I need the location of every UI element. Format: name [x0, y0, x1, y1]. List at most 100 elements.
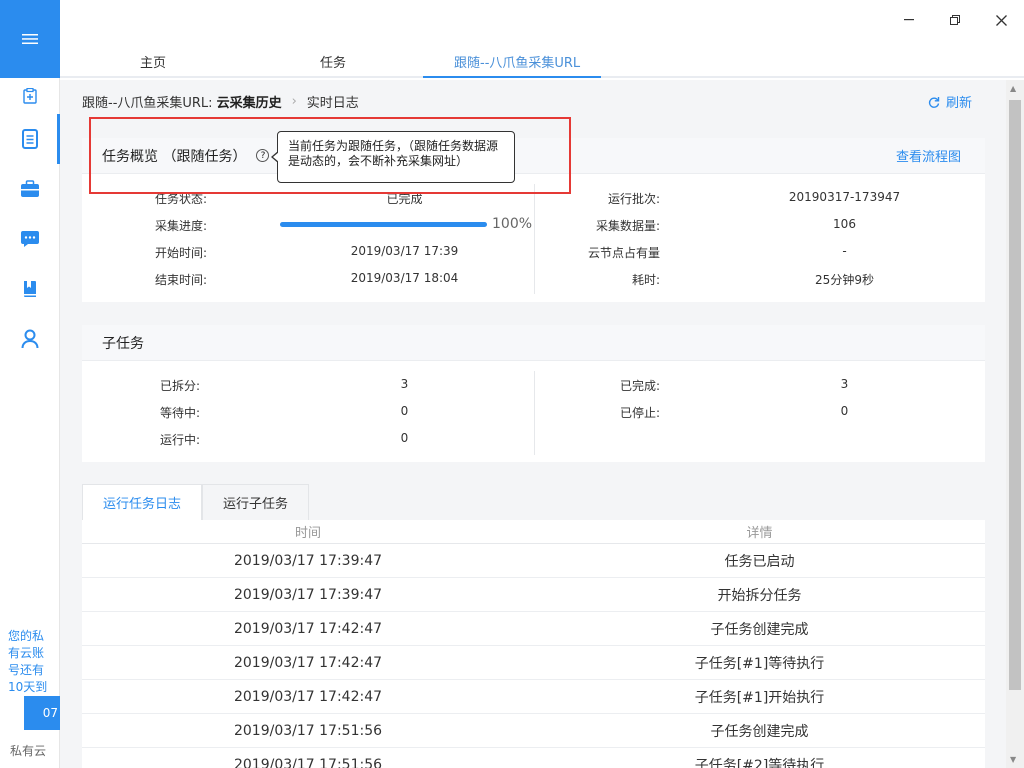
- tab-home[interactable]: 主页: [140, 52, 166, 71]
- private-cloud-notice: 您的私有云账号还有10天到: [8, 629, 48, 694]
- minimize-button[interactable]: [886, 8, 932, 32]
- batch-value: 20190317-173947: [788, 190, 901, 204]
- stopped-label: 已停止:: [619, 406, 660, 420]
- waiting-label: 等待中:: [159, 406, 200, 420]
- cloud-nodes-label: 云节点占有量: [587, 246, 660, 260]
- tab-tasks[interactable]: 任务: [320, 52, 346, 71]
- refresh-button[interactable]: 刷新: [928, 92, 972, 111]
- split-value: 3: [400, 377, 409, 391]
- sidebar-item-templates[interactable]: [0, 164, 60, 214]
- window-controls: [886, 8, 1024, 32]
- sidebar-item-tutorials[interactable]: [0, 264, 60, 314]
- active-tab-indicator: [423, 76, 601, 78]
- split-label: 已拆分:: [159, 379, 200, 393]
- table-row: 2019/03/17 17:51:56 子任务[#2]等待执行: [82, 748, 985, 768]
- tab-task-log[interactable]: 运行任务日志: [82, 484, 203, 520]
- completed-value: 3: [840, 377, 849, 391]
- sidebar-item-tasks[interactable]: [0, 114, 60, 164]
- table-row: 2019/03/17 17:42:47 子任务[#1]等待执行: [82, 646, 985, 680]
- running-value: 0: [400, 431, 409, 445]
- completed-label: 已完成:: [619, 379, 660, 393]
- top-tab-bar: 主页 任务 跟随--八爪鱼采集URL: [60, 40, 1024, 78]
- log-detail: 子任务创建完成: [710, 723, 809, 740]
- start-time-value: 2019/03/17 17:39: [350, 244, 459, 258]
- log-time: 2019/03/17 17:51:56: [233, 722, 383, 739]
- log-tab-bar: 运行任务日志 运行子任务: [82, 484, 310, 520]
- view-flowchart-link[interactable]: 查看流程图: [896, 146, 961, 165]
- log-time: 2019/03/17 17:39:47: [233, 586, 383, 603]
- vertical-scrollbar[interactable]: ▲ ▼: [1006, 80, 1024, 768]
- restore-icon: [950, 15, 960, 25]
- column-header-time: 时间: [294, 526, 321, 541]
- divider: [534, 371, 535, 455]
- table-row: 2019/03/17 17:39:47 开始拆分任务: [82, 578, 985, 612]
- progress-value: 100%: [492, 216, 533, 232]
- duration-label: 耗时:: [631, 273, 660, 287]
- briefcase-icon: [21, 180, 39, 197]
- log-detail: 子任务[#2]等待执行: [694, 757, 825, 768]
- scroll-down-icon[interactable]: ▼: [1010, 755, 1016, 764]
- data-count-label: 采集数据量:: [595, 219, 660, 233]
- log-time: 2019/03/17 17:42:47: [233, 620, 383, 637]
- highlight-box: [89, 117, 571, 194]
- document-list-icon: [22, 129, 38, 149]
- log-detail: 子任务创建完成: [710, 621, 809, 638]
- subtasks-title: 子任务: [102, 335, 144, 352]
- start-time-label: 开始时间:: [154, 246, 207, 260]
- sidebar-item-new-task[interactable]: [0, 78, 60, 114]
- log-table-header: 时间 详情: [82, 520, 985, 544]
- log-table: 时间 详情 2019/03/17 17:39:47 任务已启动 2019/03/17…: [82, 520, 985, 768]
- clipboard-plus-icon: [23, 88, 37, 104]
- tab-current-task[interactable]: 跟随--八爪鱼采集URL: [454, 52, 580, 71]
- progress-label: 采集进度:: [154, 219, 207, 233]
- duration-value: 25分钟9秒: [815, 273, 874, 287]
- close-button[interactable]: [978, 8, 1024, 32]
- progress-fill: [280, 222, 487, 227]
- log-detail: 子任务[#1]开始执行: [694, 689, 825, 706]
- book-icon: [24, 281, 36, 297]
- menu-button[interactable]: [0, 0, 60, 78]
- minimize-icon: [904, 19, 914, 21]
- log-detail: 任务已启动: [724, 553, 795, 570]
- log-rows: 2019/03/17 17:39:47 任务已启动 2019/03/17 17:39…: [82, 544, 985, 768]
- progress-bar: [280, 222, 487, 227]
- end-time-label: 结束时间:: [154, 273, 207, 287]
- breadcrumb-realtime-log[interactable]: 实时日志: [307, 92, 359, 111]
- user-icon: [21, 329, 39, 349]
- log-time: 2019/03/17 17:51:56: [233, 756, 383, 768]
- stopped-value: 0: [840, 404, 849, 418]
- chevron-right-icon: ›: [291, 94, 297, 109]
- end-time-value: 2019/03/17 18:04: [350, 271, 459, 285]
- log-detail: 子任务[#1]等待执行: [694, 655, 825, 672]
- maximize-button[interactable]: [932, 8, 978, 32]
- subtasks-card: 子任务 已拆分: 3 等待中: 0 运行中: 0 已完成: 3 已停止: 0: [82, 325, 985, 462]
- table-row: 2019/03/17 17:42:47 子任务[#1]开始执行: [82, 680, 985, 714]
- private-cloud-label: 私有云: [10, 744, 47, 758]
- breadcrumb-current: 云采集历史: [216, 96, 282, 111]
- refresh-label: 刷新: [945, 96, 972, 111]
- scrollbar-thumb[interactable]: [1009, 100, 1021, 690]
- private-cloud-button[interactable]: 07: [24, 696, 60, 730]
- subtasks-header: 子任务: [82, 325, 985, 361]
- table-row: 2019/03/17 17:51:56 子任务创建完成: [82, 714, 985, 748]
- log-detail: 开始拆分任务: [717, 587, 802, 604]
- log-time: 2019/03/17 17:42:47: [233, 654, 383, 671]
- breadcrumb-task[interactable]: 跟随--八爪鱼采集URL:: [82, 92, 213, 111]
- chat-icon: [21, 231, 39, 247]
- tab-subtask-log[interactable]: 运行子任务: [202, 484, 310, 520]
- close-icon: [995, 14, 1007, 26]
- divider: [534, 184, 535, 294]
- sidebar-item-account[interactable]: [0, 314, 60, 364]
- refresh-icon: [928, 96, 940, 108]
- breadcrumb: 跟随--八爪鱼采集URL: 云采集历史 › 实时日志: [82, 92, 359, 111]
- log-time: 2019/03/17 17:39:47: [233, 552, 383, 569]
- scroll-up-icon[interactable]: ▲: [1010, 84, 1016, 93]
- table-row: 2019/03/17 17:39:47 任务已启动: [82, 544, 985, 578]
- log-time: 2019/03/17 17:42:47: [233, 688, 383, 705]
- hamburger-icon: [22, 34, 38, 44]
- table-row: 2019/03/17 17:42:47 子任务创建完成: [82, 612, 985, 646]
- cloud-nodes-value: -: [842, 244, 847, 258]
- data-count-value: 106: [833, 217, 856, 231]
- waiting-value: 0: [400, 404, 409, 418]
- sidebar-item-messages[interactable]: [0, 214, 60, 264]
